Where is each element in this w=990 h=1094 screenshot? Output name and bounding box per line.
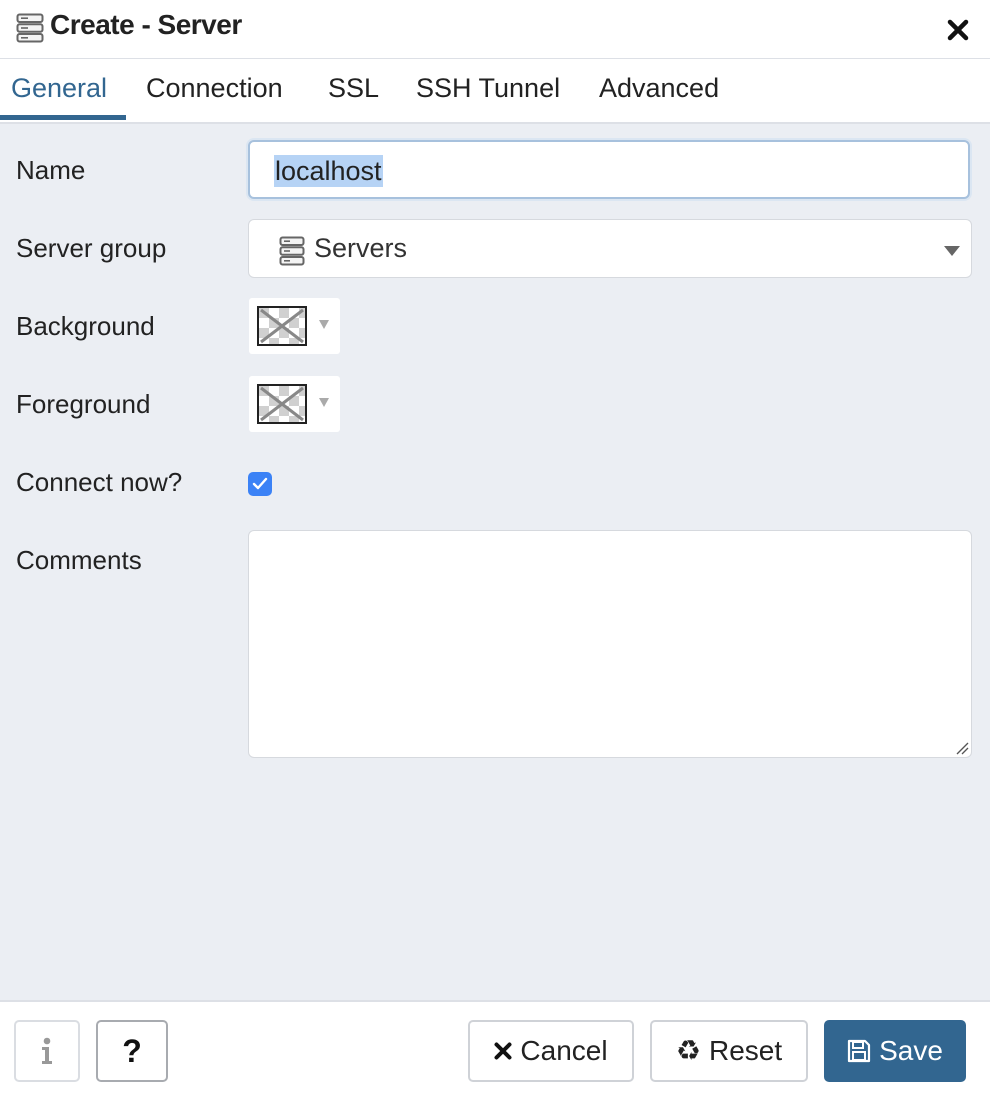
tab-ssl[interactable]: SSL — [328, 73, 379, 104]
name-input-value: localhost — [274, 155, 383, 187]
reset-button[interactable]: ♻ Reset — [650, 1020, 808, 1082]
help-icon: ? — [122, 1032, 142, 1069]
tab-ssh-tunnel[interactable]: SSH Tunnel — [416, 73, 560, 104]
close-icon — [494, 1042, 512, 1060]
foreground-label: Foreground — [16, 389, 151, 419]
recycle-icon: ♻ — [675, 1035, 701, 1066]
background-color-picker[interactable] — [249, 298, 340, 354]
foreground-color-picker[interactable] — [249, 376, 340, 432]
no-color-swatch-icon — [257, 306, 307, 346]
background-label: Background — [16, 311, 155, 341]
chevron-down-icon — [319, 398, 329, 407]
server-group-select[interactable]: Servers — [248, 219, 972, 278]
cancel-button[interactable]: Cancel — [468, 1020, 634, 1082]
comments-textarea[interactable] — [248, 530, 972, 758]
tab-bar: General Connection SSL SSH Tunnel Advanc… — [0, 59, 990, 124]
server-icon — [279, 236, 305, 266]
name-input[interactable]: localhost — [248, 140, 970, 199]
save-button[interactable]: Save — [824, 1020, 966, 1082]
check-icon — [252, 477, 268, 490]
cancel-label: Cancel — [520, 1035, 608, 1066]
dialog-titlebar: Create - Server — [0, 0, 990, 59]
server-group-label: Server group — [16, 233, 167, 263]
info-button[interactable] — [14, 1020, 80, 1082]
chevron-down-icon — [319, 320, 329, 329]
save-icon — [847, 1039, 871, 1063]
tab-general[interactable]: General — [11, 73, 107, 104]
active-tab-indicator — [0, 115, 126, 120]
tab-connection[interactable]: Connection — [146, 73, 283, 104]
dialog-title: Create - Server — [50, 9, 242, 40]
resize-grip-icon[interactable] — [953, 739, 969, 755]
name-label: Name — [16, 155, 86, 185]
save-label: Save — [879, 1035, 943, 1066]
close-icon[interactable] — [944, 16, 972, 44]
comments-label: Comments — [16, 545, 142, 575]
info-icon — [42, 1037, 52, 1064]
dialog-footer: ? Cancel ♻ Reset Save — [0, 1000, 990, 1094]
chevron-down-icon — [944, 246, 960, 256]
connect-now-checkbox[interactable] — [248, 472, 272, 496]
server-icon — [16, 13, 44, 43]
tab-advanced[interactable]: Advanced — [599, 73, 719, 104]
reset-label: Reset — [708, 1035, 783, 1066]
no-color-swatch-icon — [257, 384, 307, 424]
help-button[interactable]: ? — [96, 1020, 168, 1082]
create-server-dialog: Create - Server General Connection SSL S… — [0, 0, 990, 1094]
server-group-value: Servers — [314, 233, 408, 263]
connect-now-label: Connect now? — [16, 467, 183, 497]
